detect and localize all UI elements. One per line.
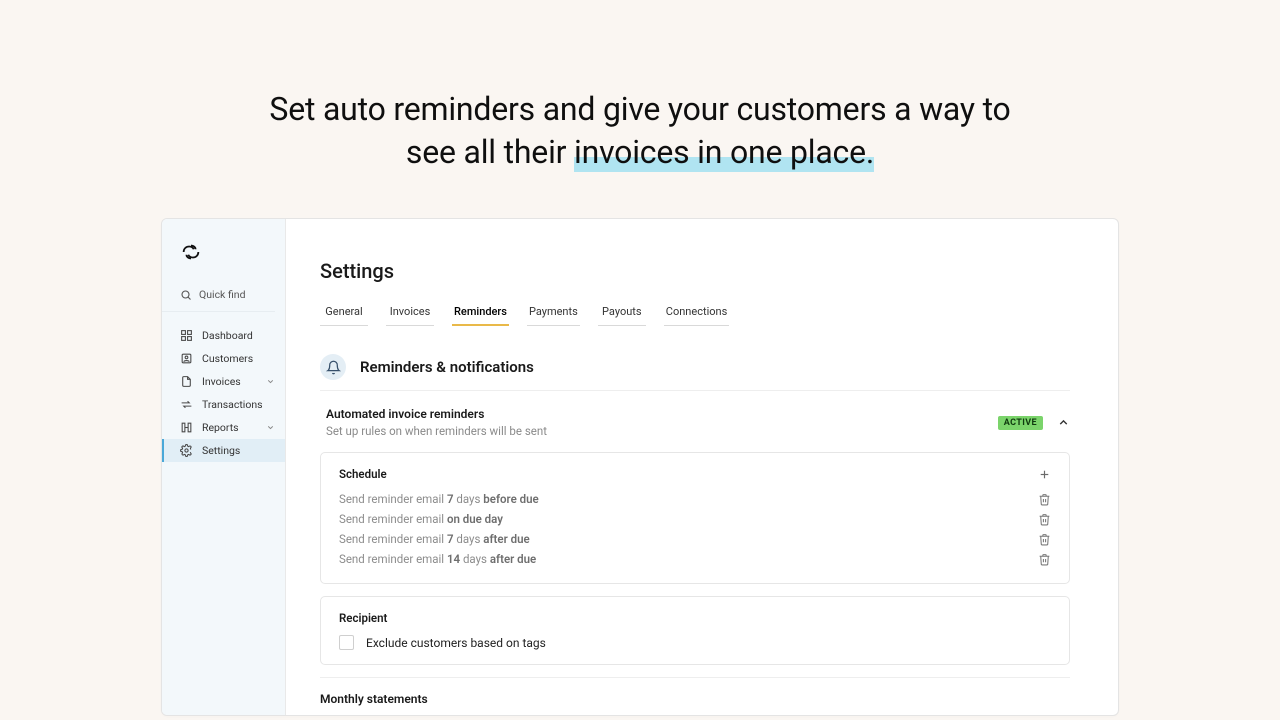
tab-reminders[interactable]: Reminders xyxy=(452,301,509,326)
quick-find-label: Quick find xyxy=(199,288,246,301)
auto-reminders-row: Automated invoice reminders Set up rules… xyxy=(326,407,1070,438)
search-icon xyxy=(180,289,192,301)
schedule-title: Schedule xyxy=(339,467,387,481)
section-header: Reminders & notifications xyxy=(320,354,1070,391)
page-title: Settings xyxy=(320,259,1070,283)
nav: Dashboard Customers Invoices xyxy=(162,324,285,462)
recipient-title: Recipient xyxy=(339,611,387,625)
schedule-rule: Send reminder email 7 days after due xyxy=(339,529,1051,549)
recipient-card: Recipient Exclude customers based on tag… xyxy=(320,596,1070,665)
headline-line2a: see all their xyxy=(406,133,574,171)
nav-invoices-label: Invoices xyxy=(202,375,241,388)
status-badge: ACTIVE xyxy=(998,416,1043,430)
bell-icon xyxy=(320,354,346,380)
transactions-icon xyxy=(180,398,193,411)
dashboard-icon xyxy=(180,329,193,342)
nav-customers[interactable]: Customers xyxy=(162,347,285,370)
delete-rule-icon[interactable] xyxy=(1038,513,1051,526)
chevron-down-icon xyxy=(266,423,275,432)
nav-customers-label: Customers xyxy=(202,352,253,365)
schedule-card: Schedule Send reminder email 7 days befo… xyxy=(320,452,1070,584)
main-panel: Settings General Invoices Reminders Paym… xyxy=(286,219,1118,715)
tab-payouts[interactable]: Payouts xyxy=(598,301,646,326)
nav-settings[interactable]: Settings xyxy=(162,439,285,462)
nav-dashboard[interactable]: Dashboard xyxy=(162,324,285,347)
monthly-statements-row: Monthly statements xyxy=(320,677,1070,706)
exclude-tags-label: Exclude customers based on tags xyxy=(366,636,546,650)
settings-tabs: General Invoices Reminders Payments Payo… xyxy=(320,301,1070,326)
tab-payments[interactable]: Payments xyxy=(527,301,580,326)
marketing-headline: Set auto reminders and give your custome… xyxy=(0,0,1280,218)
tab-invoices[interactable]: Invoices xyxy=(386,301,434,326)
schedule-rule: Send reminder email on due day xyxy=(339,509,1051,529)
quick-find[interactable]: Quick find xyxy=(162,283,275,312)
exclude-tags-checkbox[interactable] xyxy=(339,635,354,650)
chevron-down-icon xyxy=(266,377,275,386)
nav-reports[interactable]: Reports xyxy=(162,416,285,439)
invoices-icon xyxy=(180,375,193,388)
delete-rule-icon[interactable] xyxy=(1038,493,1051,506)
monthly-statements-title: Monthly statements xyxy=(320,692,1070,706)
headline-line1: Set auto reminders and give your custome… xyxy=(269,90,1010,128)
sidebar: Quick find Dashboard Customers Invoices xyxy=(162,219,286,715)
nav-settings-label: Settings xyxy=(202,444,240,457)
section-title: Reminders & notifications xyxy=(360,358,534,376)
nav-transactions-label: Transactions xyxy=(202,398,263,411)
collapse-toggle[interactable] xyxy=(1057,416,1070,429)
nav-invoices[interactable]: Invoices xyxy=(162,370,285,393)
auto-reminders-description: Set up rules on when reminders will be s… xyxy=(326,424,547,438)
nav-transactions[interactable]: Transactions xyxy=(162,393,285,416)
delete-rule-icon[interactable] xyxy=(1038,553,1051,566)
delete-rule-icon[interactable] xyxy=(1038,533,1051,546)
customers-icon xyxy=(180,352,193,365)
gear-icon xyxy=(180,444,193,457)
nav-reports-label: Reports xyxy=(202,421,239,434)
tab-connections[interactable]: Connections xyxy=(664,301,729,326)
app-window: Quick find Dashboard Customers Invoices xyxy=(161,218,1119,716)
add-rule-button[interactable] xyxy=(1038,468,1051,481)
schedule-rule: Send reminder email 14 days after due xyxy=(339,549,1051,569)
headline-highlight: invoices in one place. xyxy=(574,133,874,172)
schedule-rule: Send reminder email 7 days before due xyxy=(339,489,1051,509)
squarespace-logo-icon xyxy=(180,241,285,263)
auto-reminders-heading: Automated invoice reminders xyxy=(326,407,547,421)
nav-dashboard-label: Dashboard xyxy=(202,329,253,342)
reports-icon xyxy=(180,421,193,434)
tab-general[interactable]: General xyxy=(320,301,368,326)
